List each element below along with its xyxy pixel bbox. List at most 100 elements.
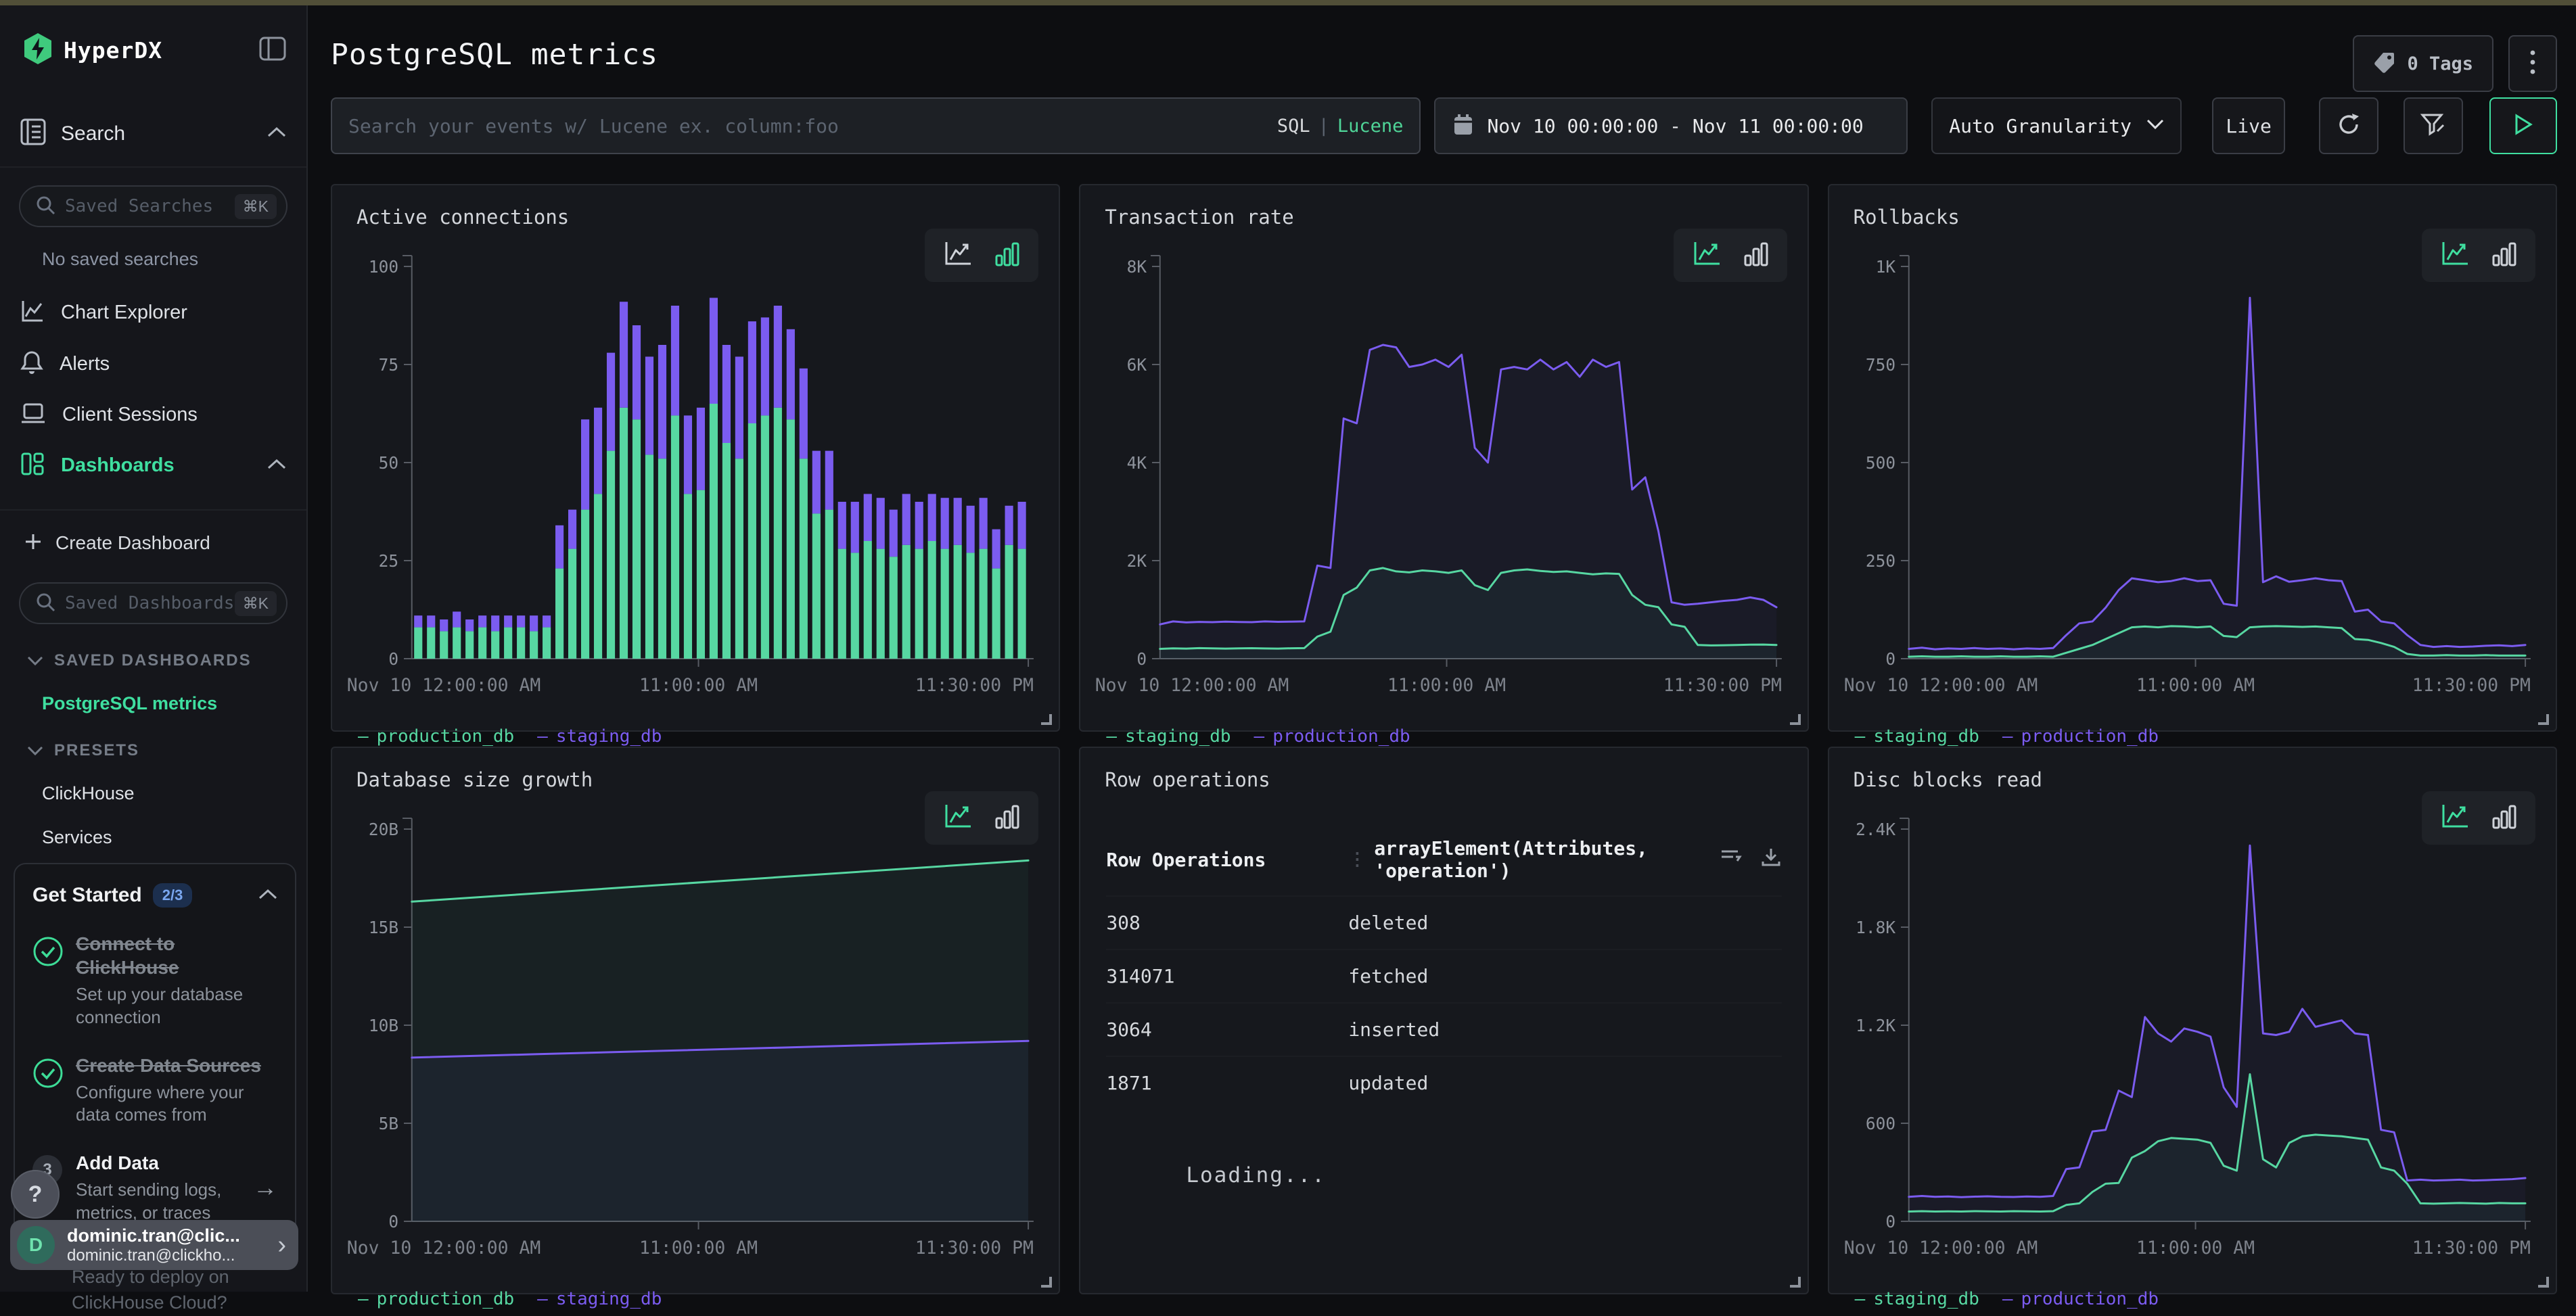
table-row[interactable]: 314071 fetched [1106, 949, 1781, 1002]
panel-title: Row operations [1105, 768, 1270, 791]
get-started-step-sources[interactable]: Create Data Sources Configure where your… [32, 1054, 277, 1127]
legend-item-staging_db[interactable]: —staging_db [1855, 726, 1979, 747]
column-header[interactable]: arrayElement(Attributes, 'operation') [1374, 837, 1719, 882]
line-view-icon[interactable] [942, 239, 973, 271]
bar-view-icon[interactable] [1743, 239, 1770, 271]
live-button[interactable]: Live [2212, 97, 2285, 154]
legend-item-production_db[interactable]: —production_db [358, 726, 514, 747]
legend-item-production_db[interactable]: —production_db [2002, 726, 2159, 747]
time-range-picker[interactable]: Nov 10 00:00:00 - Nov 11 00:00:00 [1434, 97, 1908, 154]
panel-resize-handle[interactable] [1790, 1277, 1801, 1288]
transaction-rate-chart: 02K4K6K8KNov 10 12:00:00 AM11:00:00 AM11… [1086, 246, 1801, 720]
chart-legend: —staging_db —production_db [1855, 726, 2159, 747]
legend-item-staging_db[interactable]: —staging_db [537, 726, 662, 747]
get-started-step-connect[interactable]: Connect to ClickHouse Set up your databa… [32, 932, 277, 1029]
sidebar-item-client-sessions[interactable]: Client Sessions [0, 390, 306, 440]
panel-title: Database size growth [356, 768, 593, 791]
table-row[interactable]: 1871 updated [1106, 1056, 1781, 1109]
svg-text:1K: 1K [1875, 257, 1895, 277]
sidebar-preset-services[interactable]: Services [42, 827, 306, 848]
sidebar-item-alerts[interactable]: Alerts [0, 338, 306, 390]
presets-section[interactable]: PRESETS [27, 741, 306, 760]
svg-text:600: 600 [1866, 1114, 1895, 1133]
chart-view-toolbar[interactable] [2422, 791, 2535, 845]
get-started-step-add-data[interactable]: 3 Add Data Start sending logs, metrics, … [32, 1151, 277, 1225]
line-view-icon[interactable] [942, 802, 973, 834]
language-sql[interactable]: SQL [1277, 116, 1310, 137]
chevron-up-icon [267, 126, 286, 141]
chart-view-toolbar[interactable] [925, 229, 1038, 282]
check-circle-icon [32, 1054, 76, 1127]
bar-view-icon[interactable] [2491, 239, 2518, 271]
shortcut-badge: ⌘K [235, 194, 277, 219]
sidebar-preset-clickhouse[interactable]: ClickHouse [42, 783, 306, 804]
line-view-icon[interactable] [2439, 239, 2470, 271]
legend-item-production_db[interactable]: —production_db [1254, 726, 1410, 747]
chevron-up-icon[interactable] [258, 889, 277, 903]
svg-text:2K: 2K [1127, 551, 1147, 571]
bar-view-icon[interactable] [2491, 802, 2518, 834]
panel-disc-blocks-read: Disc blocks read 06001.2K1.8K2.4KNov 10 … [1828, 747, 2557, 1294]
saved-searches-input[interactable]: Saved Searches ⌘K [19, 185, 288, 227]
bar-view-icon[interactable] [994, 802, 1021, 834]
panel-rollbacks: Rollbacks 02505007501KNov 10 12:00:00 AM… [1828, 184, 2557, 732]
granularity-select[interactable]: Auto Granularity [1931, 97, 2182, 154]
bar-view-icon[interactable] [994, 239, 1021, 271]
refresh-button[interactable] [2319, 97, 2378, 154]
panel-resize-handle[interactable] [1041, 714, 1052, 725]
column-drag-handle[interactable]: ⋮ [1348, 849, 1364, 870]
svg-text:8K: 8K [1127, 257, 1147, 277]
svg-text:0: 0 [1885, 649, 1895, 669]
sidebar-item-chart-explorer[interactable]: Chart Explorer [0, 287, 306, 338]
chevron-down-icon [27, 651, 43, 670]
shortcut-badge: ⌘K [235, 591, 277, 616]
panel-resize-handle[interactable] [2538, 714, 2549, 725]
sidebar-item-dashboards[interactable]: Dashboards [0, 440, 306, 492]
line-view-icon[interactable] [2439, 802, 2470, 834]
table-header: Row Operations ⋮ arrayElement(Attributes… [1106, 824, 1781, 895]
play-icon [2513, 113, 2533, 139]
chart-view-toolbar[interactable] [925, 791, 1038, 845]
sidebar-item-search[interactable]: Search [20, 118, 286, 149]
tags-button[interactable]: 0 Tags [2353, 35, 2493, 92]
legend-item-staging_db[interactable]: —staging_db [1106, 726, 1230, 747]
panel-resize-handle[interactable] [1790, 714, 1801, 725]
download-icon[interactable] [1760, 847, 1782, 873]
saved-searches-placeholder: Saved Searches [65, 196, 235, 216]
language-lucene[interactable]: Lucene [1337, 116, 1404, 137]
table-row[interactable]: 308 deleted [1106, 895, 1781, 949]
create-dashboard-button[interactable]: Create Dashboard [0, 521, 306, 565]
sidebar-dashboard-postgresql-metrics[interactable]: PostgreSQL metrics [42, 693, 306, 714]
chart-view-toolbar[interactable] [1674, 229, 1787, 282]
sort-columns-icon[interactable] [1720, 847, 1743, 873]
panel-title: Rollbacks [1854, 206, 1960, 229]
svg-text:100: 100 [369, 257, 398, 277]
legend-item-production_db[interactable]: —production_db [358, 1289, 514, 1309]
legend-item-production_db[interactable]: —production_db [2002, 1289, 2159, 1309]
saved-dashboards-section[interactable]: SAVED DASHBOARDS [27, 651, 306, 670]
chart-view-toolbar[interactable] [2422, 229, 2535, 282]
run-query-button[interactable] [2489, 97, 2557, 154]
collapse-sidebar-icon[interactable] [259, 37, 286, 64]
active-connections-chart: 0255075100Nov 10 12:00:00 AM11:00:00 AM1… [338, 246, 1053, 720]
line-view-icon[interactable] [1691, 239, 1722, 271]
table-row[interactable]: 3064 inserted [1106, 1002, 1781, 1056]
panel-resize-handle[interactable] [1041, 1277, 1052, 1288]
help-button[interactable]: ? [11, 1170, 60, 1219]
svg-text:1.8K: 1.8K [1856, 918, 1895, 937]
panel-active-connections: Active connections 0255075100Nov 10 12:0… [331, 184, 1060, 732]
disc-blocks-read-chart: 06001.2K1.8K2.4KNov 10 12:00:00 AM11:00:… [1835, 809, 2550, 1282]
sidebar: HyperDX Search Saved Searches ⌘K No save… [0, 5, 308, 1292]
legend-item-staging_db[interactable]: —staging_db [1855, 1289, 1979, 1309]
saved-dashboards-input[interactable]: Saved Dashboards ⌘K [19, 582, 288, 624]
panel-row-operations: Row operations Row Operations ⋮ arrayEle… [1079, 747, 1808, 1294]
legend-item-staging_db[interactable]: —staging_db [537, 1289, 662, 1309]
svg-text:11:30:00 PM: 11:30:00 PM [915, 675, 1034, 696]
filter-button[interactable] [2404, 97, 2463, 154]
panel-resize-handle[interactable] [2538, 1277, 2549, 1288]
svg-text:25: 25 [379, 551, 399, 571]
event-search-input[interactable]: Search your events w/ Lucene ex. column:… [331, 97, 1421, 154]
column-header[interactable]: Row Operations [1106, 849, 1348, 871]
user-menu[interactable]: D dominic.tran@clic... dominic.tran@clic… [10, 1220, 298, 1270]
dashboard-menu-button[interactable] [2508, 35, 2557, 92]
